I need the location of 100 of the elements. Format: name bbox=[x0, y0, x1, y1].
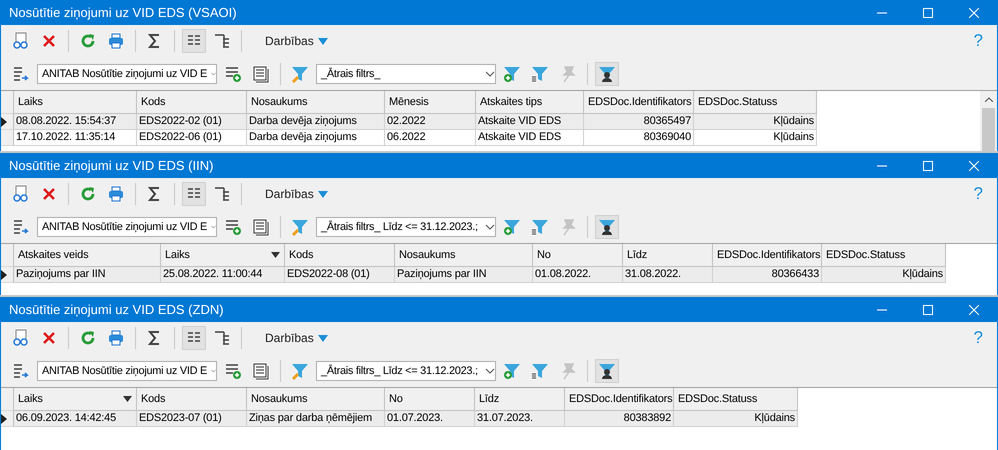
column-header[interactable]: EDSDoc.Identifikators bbox=[584, 91, 694, 114]
funnel-pencil-icon bbox=[291, 218, 309, 236]
column-header[interactable]: Nosaukums bbox=[395, 244, 533, 267]
column-header[interactable]: EDSDoc.Statuss bbox=[674, 388, 798, 411]
actions-menu[interactable]: Darbības bbox=[259, 33, 334, 49]
printer-icon bbox=[107, 185, 125, 203]
document-list-icon bbox=[252, 362, 270, 380]
chevron-icon bbox=[485, 368, 495, 374]
document-list-icon bbox=[252, 64, 270, 82]
column-header[interactable]: EDSDoc.Identifikators bbox=[713, 244, 822, 267]
chevron-icon bbox=[211, 368, 216, 374]
funnel-list-icon bbox=[531, 64, 549, 82]
refresh-icon bbox=[79, 32, 97, 50]
table-cell: Atskaite VID EDS bbox=[476, 130, 584, 146]
row-selector[interactable] bbox=[1, 267, 14, 283]
chevron-icon bbox=[211, 224, 216, 230]
table-cell: 80365497 bbox=[584, 114, 694, 130]
column-header[interactable]: Kods bbox=[137, 91, 247, 114]
chevron-icon bbox=[211, 70, 216, 76]
pin-icon bbox=[559, 64, 577, 82]
table-cell: 08.08.2022. 15:54:37 bbox=[14, 114, 137, 130]
actions-menu[interactable]: Darbības bbox=[259, 330, 334, 346]
table-cell: Darba devēja ziņojums bbox=[247, 114, 385, 130]
funnel-user-icon bbox=[598, 218, 616, 236]
funnel-pencil-icon bbox=[291, 64, 309, 82]
window-title: Nosūtītie ziņojumi uz VID EDS (IIN) bbox=[9, 158, 214, 173]
funnel-plus-icon bbox=[503, 64, 521, 82]
list-arrow-icon bbox=[12, 218, 30, 236]
grid-view-button[interactable] bbox=[182, 29, 206, 53]
layout-dropdown[interactable]: ANITAB Nosūtītie ziņojumi uz VID E bbox=[37, 216, 217, 236]
table-cell: Ziņas par darba ņēmējiem bbox=[247, 411, 385, 427]
list-plus-icon bbox=[224, 362, 242, 380]
glasses-icon bbox=[12, 32, 30, 50]
column-header[interactable]: Laiks bbox=[161, 244, 285, 267]
window-title: Nosūtītie ziņojumi uz VID EDS (ZDN) bbox=[9, 302, 225, 317]
column-header[interactable]: Līdz bbox=[475, 388, 565, 411]
column-header[interactable]: Atskaites tips bbox=[476, 91, 584, 114]
column-header[interactable]: EDSDoc.Identifikators bbox=[565, 388, 674, 411]
column-header[interactable]: Mēnesis bbox=[385, 91, 476, 114]
actions-menu[interactable]: Darbības bbox=[259, 186, 334, 202]
column-header[interactable]: Līdz bbox=[623, 244, 713, 267]
pin-icon bbox=[559, 218, 577, 236]
scroll-up-icon bbox=[984, 97, 992, 102]
filter-dropdown[interactable]: _Ātrais filtrs_ bbox=[316, 64, 496, 84]
user-filter-button[interactable] bbox=[595, 358, 619, 382]
row-selector[interactable] bbox=[1, 411, 14, 427]
column-header[interactable]: Laiks bbox=[14, 388, 137, 411]
row-selector[interactable] bbox=[1, 114, 14, 130]
grid-view-button[interactable] bbox=[182, 182, 206, 206]
table-cell: 02.2022 bbox=[385, 114, 476, 130]
maximize-icon bbox=[923, 8, 933, 18]
layout-dropdown[interactable]: ANITAB Nosūtītie ziņojumi uz VID E bbox=[37, 64, 217, 84]
list-plus-icon bbox=[224, 218, 242, 236]
pin-icon bbox=[559, 362, 577, 380]
layout-dropdown[interactable]: ANITAB Nosūtītie ziņojumi uz VID E bbox=[37, 360, 217, 380]
table-cell: 31.08.2022. bbox=[623, 267, 713, 283]
table-cell: 01.07.2023. bbox=[385, 411, 475, 427]
table-cell: Kļūdains bbox=[694, 130, 817, 146]
scrollbar[interactable] bbox=[980, 91, 997, 151]
indent-list-icon bbox=[213, 329, 231, 347]
funnel-user-icon bbox=[598, 362, 616, 380]
layout-name: ANITAB Nosūtītie ziņojumi uz VID E bbox=[42, 68, 208, 80]
column-header[interactable]: Atskaites veids bbox=[14, 244, 161, 267]
table-cell: 01.08.2022. bbox=[533, 267, 623, 283]
close-icon bbox=[969, 8, 979, 18]
list-arrow-icon bbox=[12, 64, 30, 82]
grid-view-button[interactable] bbox=[182, 326, 206, 350]
table-cell: 80383892 bbox=[565, 411, 674, 427]
table-cell: 06.09.2023. 14:42:45 bbox=[14, 411, 137, 427]
table-cell: Atskaite VID EDS bbox=[476, 114, 584, 130]
list-plus-icon bbox=[224, 64, 242, 82]
caret-icon bbox=[318, 38, 328, 44]
column-header[interactable]: Kods bbox=[285, 244, 395, 267]
table-cell: 80369040 bbox=[584, 130, 694, 146]
filter-dropdown[interactable]: _Ātrais filtrs_ Līdz <= 31.12.2023.; bbox=[316, 360, 496, 380]
caret-icon bbox=[318, 334, 328, 342]
user-filter-button[interactable] bbox=[595, 214, 619, 238]
glasses-icon bbox=[12, 185, 30, 203]
table-cell: 80366433 bbox=[713, 267, 822, 283]
printer-icon bbox=[107, 32, 125, 50]
table-cell: 25.08.2022. 11:00:44 bbox=[161, 267, 285, 283]
filter-name: _Ātrais filtrs_ Līdz <= 31.12.2023.; bbox=[321, 364, 479, 376]
chevron-icon bbox=[485, 70, 495, 76]
glasses-icon bbox=[12, 329, 30, 347]
column-header[interactable]: Laiks bbox=[14, 91, 137, 114]
column-header[interactable]: Nosaukums bbox=[247, 388, 385, 411]
table-cell: EDS2023-07 (01) bbox=[137, 411, 247, 427]
user-filter-button[interactable] bbox=[595, 62, 619, 86]
filter-dropdown[interactable]: _Ātrais filtrs_ Līdz <= 31.12.2023.; bbox=[316, 216, 496, 236]
column-header[interactable]: EDSDoc.Statuss bbox=[822, 244, 946, 267]
column-header[interactable]: Nosaukums bbox=[247, 91, 385, 114]
column-header[interactable]: No bbox=[385, 388, 475, 411]
column-header[interactable]: Kods bbox=[137, 388, 247, 411]
refresh-icon bbox=[79, 185, 97, 203]
column-header[interactable]: No bbox=[533, 244, 623, 267]
table-cell: 17.10.2022. 11:35:14 bbox=[14, 130, 137, 146]
table-cell: Kļūdains bbox=[822, 267, 946, 283]
column-header[interactable]: EDSDoc.Statuss bbox=[694, 91, 817, 114]
layout-name: ANITAB Nosūtītie ziņojumi uz VID E bbox=[42, 220, 208, 232]
table-cell: EDS2022-08 (01) bbox=[285, 267, 395, 283]
